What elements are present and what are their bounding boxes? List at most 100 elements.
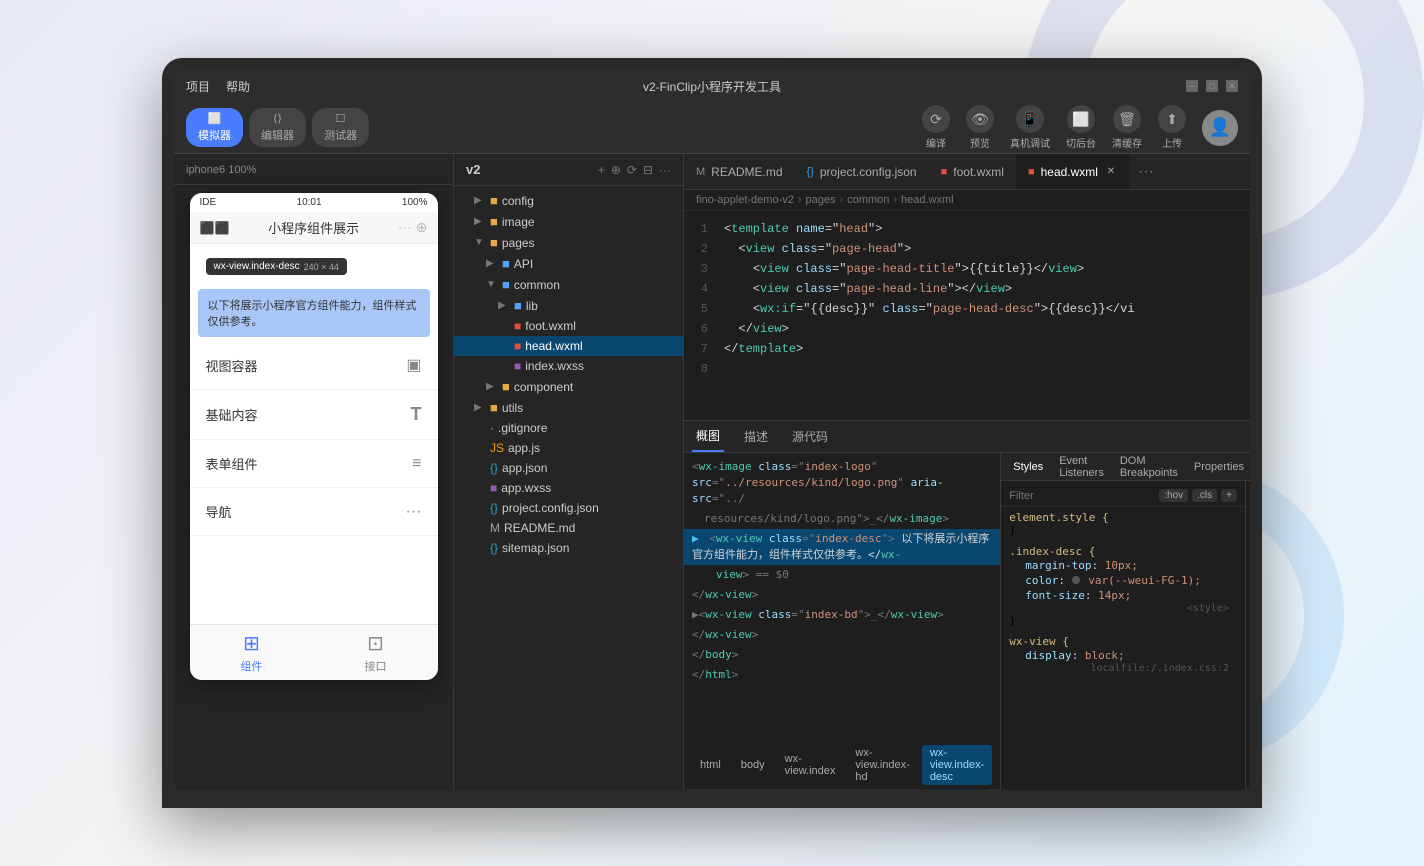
styles-panel: Styles Event Listeners DOM Breakpoints P… [1000,453,1250,790]
maximize-button[interactable]: □ [1206,80,1218,92]
list-item-2[interactable]: 基础内容 T [190,390,438,440]
tree-item-app-wxss[interactable]: ■ app.wxss [454,478,683,498]
tester-button[interactable]: ☐ 测试器 [312,108,369,147]
tree-item-api[interactable]: ▶ ■ API [454,253,683,274]
app-title: v2-FinClip小程序开发工具 [643,78,781,95]
tree-item-component[interactable]: ▶ ■ component [454,376,683,397]
tab-close-icon[interactable]: ✕ [1104,165,1118,179]
tab-readme[interactable]: M README.md [684,154,795,189]
tab-project-config[interactable]: {} project.config.json [795,154,929,189]
el-tag-html[interactable]: html [692,757,729,773]
tree-item-label: lib [526,299,538,313]
file-icon: JS [490,441,504,455]
tree-item-label: sitemap.json [502,541,569,555]
css-prop-2: color: var(--weui-FG-1); [1009,573,1237,588]
filetree-content: ▶ ■ config ▶ ■ image ▼ ■ pages [454,186,683,790]
tree-item-common[interactable]: ▼ ■ common [454,274,683,295]
tab-source[interactable]: 源代码 [788,421,832,452]
tree-item-app-json[interactable]: {} app.json [454,458,683,478]
refresh-icon[interactable]: ⟳ [627,163,637,177]
simulator-header: iphone6 100% [174,154,453,185]
list-item-4[interactable]: 导航 ··· [190,488,438,536]
editor-button[interactable]: ⟨⟩ 编辑器 [249,108,306,147]
tree-item-readme[interactable]: M README.md [454,518,683,538]
simulator-info: iphone6 100% [186,164,256,176]
filter-badge-cls[interactable]: .cls [1192,489,1217,502]
simulator-button[interactable]: ⬜ 模拟器 [186,108,243,147]
tree-item-utils[interactable]: ▶ ■ utils [454,397,683,418]
tab-foot-wxml[interactable]: ■ foot.wxml [929,154,1016,189]
tab-overview[interactable]: 概图 [692,421,724,452]
new-folder-icon[interactable]: ⊕ [611,163,621,177]
upload-button[interactable]: ⬆ 上传 [1158,105,1186,150]
tree-item-head-wxml[interactable]: ■ head.wxml [454,336,683,356]
list-item-1-label: 视图容器 [206,356,258,375]
tab-describe[interactable]: 描述 [740,421,772,452]
tree-item-foot-wxml[interactable]: ■ foot.wxml [454,316,683,336]
list-item-4-icon: ··· [406,503,422,521]
tree-item-label: foot.wxml [525,319,576,333]
menu-project[interactable]: 项目 [186,78,210,95]
clear-cache-button[interactable]: 🗑 清缓存 [1112,105,1142,150]
compile-button[interactable]: ⟳ 编译 [922,105,950,150]
el-tag-wx-view-hd[interactable]: wx-view.index-hd [847,745,917,785]
el-tag-wx-view-index[interactable]: wx-view.index [777,751,844,779]
dom-line-3[interactable]: ▶ <wx-view class="index-desc"> 以下将展示小程序官… [684,529,1000,565]
chevron-icon: ▼ [474,237,486,248]
preview-button[interactable]: 👁 预览 [966,105,994,150]
line-content: <wx:if="{{desc}}" class="page-head-desc"… [724,300,1250,318]
list-item-1[interactable]: 视图容器 ▣ [190,341,438,390]
css-prop-3: font-size: 14px; [1009,588,1237,603]
tree-item-label: API [514,257,533,271]
tree-item-label: app.json [502,461,547,475]
styles-tab-props[interactable]: Properties [1190,461,1248,473]
el-tag-body[interactable]: body [733,757,773,773]
collapse-icon[interactable]: ⊟ [643,163,653,177]
tree-item-sitemap[interactable]: {} sitemap.json [454,538,683,558]
phone-time: 10:01 [297,197,322,208]
tab-head-wxml[interactable]: ■ head.wxml ✕ [1016,154,1130,189]
tree-item-pages[interactable]: ▼ ■ pages [454,232,683,253]
dom-tree[interactable]: <wx-image class="index-logo" src="../res… [684,453,1000,741]
tree-item-config[interactable]: ▶ ■ config [454,190,683,211]
phone-signal: IDE [200,197,217,208]
tree-item-project-config[interactable]: {} project.config.json [454,498,683,518]
phone-tab-interface[interactable]: ⊡ 接口 [314,631,438,674]
close-button[interactable]: ✕ [1226,80,1238,92]
json-icon: {} [807,166,814,178]
css-selector: element.style { [1009,511,1237,524]
more-icon[interactable]: ··· [659,163,671,177]
tree-item-app-js[interactable]: JS app.js [454,438,683,458]
el-tag-wx-view-desc[interactable]: wx-view.index-desc [922,745,992,785]
filter-input[interactable] [1009,490,1151,502]
line-number: 4 [684,280,724,298]
new-file-icon[interactable]: + [598,163,605,177]
styles-tab-events[interactable]: Event Listeners [1055,455,1108,479]
code-editor[interactable]: 1 <template name="head"> 2 <view class="… [684,211,1250,420]
styles-tab-styles[interactable]: Styles [1009,461,1047,473]
tab-more-button[interactable]: ··· [1130,163,1162,181]
tab-foot-label: foot.wxml [953,165,1004,179]
user-avatar[interactable]: 👤 [1202,110,1238,146]
tree-item-label: project.config.json [502,501,599,515]
tree-item-lib[interactable]: ▶ ■ lib [454,295,683,316]
tree-item-gitignore[interactable]: · .gitignore [454,418,683,438]
device-debug-button[interactable]: 📱 真机调试 [1010,105,1050,150]
tree-item-index-wxss[interactable]: ■ index.wxss [454,356,683,376]
css-prop-1: margin-top: 10px; [1009,558,1237,573]
filter-badge-hov[interactable]: :hov [1159,489,1188,502]
styles-tab-dom-break[interactable]: DOM Breakpoints [1116,455,1182,479]
phone-tab-bar: ⊞ 组件 ⊡ 接口 [190,624,438,680]
menu-help[interactable]: 帮助 [226,78,250,95]
filter-badge-add[interactable]: + [1221,489,1237,502]
list-item-3[interactable]: 表单组件 ≡ [190,440,438,488]
tree-item-label: app.wxss [501,481,551,495]
tree-item-image[interactable]: ▶ ■ image [454,211,683,232]
line-number: 5 [684,300,724,318]
line-number: 8 [684,360,724,378]
folder-icon: ■ [490,193,498,208]
phone-tab-component[interactable]: ⊞ 组件 [190,631,314,674]
background-button[interactable]: ⬜ 切后台 [1066,105,1096,150]
minimize-button[interactable]: ─ [1186,80,1198,92]
folder-icon: ■ [490,214,498,229]
